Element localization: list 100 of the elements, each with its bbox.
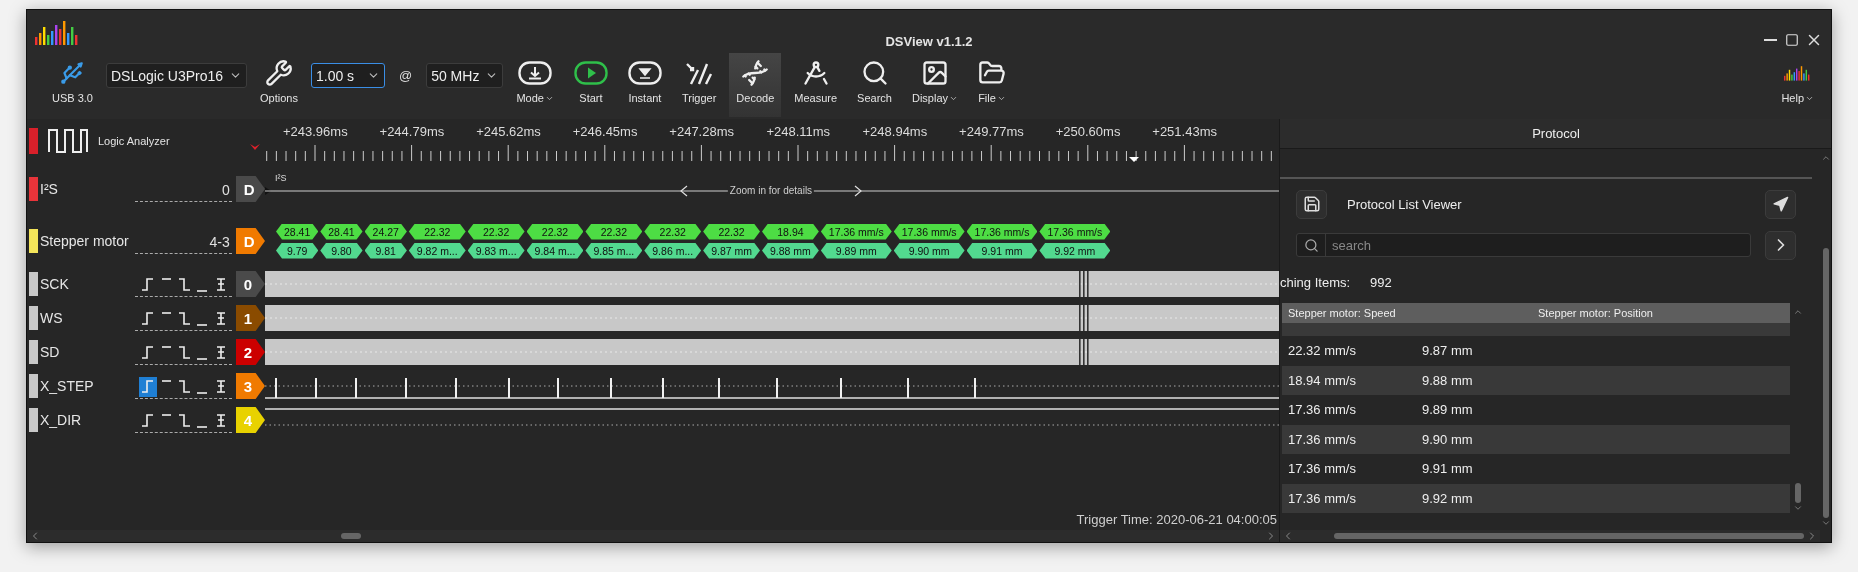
annotation-chip: 9.80 bbox=[320, 242, 363, 259]
channel-badge[interactable]: 2 bbox=[235, 339, 265, 365]
table-cell-text: 17.36 mm/s bbox=[1287, 461, 1357, 477]
channel-name: SCK bbox=[39, 276, 70, 292]
toolbar-button[interactable]: Measure bbox=[787, 53, 845, 117]
chevron-up-icon[interactable] bbox=[1821, 153, 1831, 163]
chevron-down-icon[interactable] bbox=[1793, 503, 1803, 513]
minimize-icon bbox=[1763, 39, 1777, 41]
play-icon bbox=[573, 61, 608, 85]
time-label: +247.28ms bbox=[668, 123, 735, 139]
annotation-chip: 22.32 bbox=[585, 223, 643, 240]
save-icon bbox=[1302, 195, 1321, 213]
rising-edge-icon bbox=[140, 345, 155, 360]
table-cell-text: 9.90 mm bbox=[1421, 431, 1474, 447]
header-color-swatch bbox=[29, 128, 38, 154]
annotation-chip: 9.79 bbox=[276, 242, 319, 259]
annotation-chip: 18.94 bbox=[762, 223, 819, 240]
next-button[interactable] bbox=[1765, 230, 1796, 260]
time-label: +248.94ms bbox=[861, 123, 929, 139]
toolbar-button[interactable]: Decode bbox=[729, 53, 782, 117]
table-cell-text: 17.36 mm/s bbox=[1287, 431, 1357, 447]
table-row[interactable]: 17.36 mm/s 9.92 mm bbox=[1282, 483, 1790, 513]
high-level-icon bbox=[161, 413, 171, 416]
locate-button[interactable] bbox=[1765, 189, 1796, 219]
caret-icon[interactable] bbox=[249, 143, 261, 151]
annotation-chip: 22.32 bbox=[526, 223, 584, 240]
annotation-chip: 17.36 mm/s bbox=[893, 223, 965, 240]
table-cell-text: 18.94 mm/s bbox=[1287, 372, 1357, 388]
help-button[interactable]: Help bbox=[1774, 53, 1821, 117]
panel-title: Logic Analyzer bbox=[98, 135, 170, 147]
scrollbar-thumb[interactable] bbox=[1823, 248, 1829, 518]
time-label: +249.77ms bbox=[958, 123, 1025, 139]
toolbar-button[interactable]: Trigger bbox=[674, 53, 724, 117]
scrollbar-thumb[interactable] bbox=[1795, 483, 1801, 503]
table-cell-text: 9.88 mm bbox=[1421, 372, 1474, 388]
probe-range: 4-3 bbox=[209, 233, 230, 250]
column-header[interactable]: Stepper motor: Speed bbox=[1282, 307, 1532, 319]
annotation-chip: 9.84 m... bbox=[526, 242, 584, 259]
annotation-chip: 9.83 m... bbox=[467, 242, 525, 259]
table-cell-text: 9.91 mm bbox=[1421, 461, 1474, 477]
probe-range: 0 bbox=[221, 181, 230, 198]
channel-badge[interactable]: 1 bbox=[235, 305, 265, 331]
toolbar-button[interactable]: Options bbox=[253, 53, 305, 117]
toolbar-button[interactable]: Search bbox=[850, 53, 899, 117]
trigger-button[interactable] bbox=[138, 376, 157, 397]
search-field[interactable]: search bbox=[1296, 233, 1751, 257]
channel-name: X_STEP bbox=[39, 378, 95, 394]
annotation-chip: 9.91 mm bbox=[966, 242, 1038, 259]
wrench-icon bbox=[265, 59, 293, 87]
time-label: +245.62ms bbox=[475, 123, 542, 139]
time-label: +251.43ms bbox=[1151, 123, 1218, 139]
search-input[interactable]: search bbox=[1326, 236, 1750, 254]
rising-edge-icon bbox=[140, 379, 155, 394]
dropdown[interactable]: 50 MHz bbox=[426, 63, 504, 88]
scrollbar[interactable] bbox=[27, 530, 1279, 542]
annotation-chip: 22.32 bbox=[467, 223, 525, 240]
scrollbar-thumb[interactable] bbox=[341, 533, 361, 539]
annotation-chip: 28.41 bbox=[276, 223, 319, 240]
time-label: +250.60ms bbox=[1054, 123, 1122, 139]
toolbar-button[interactable]: Instant bbox=[620, 53, 669, 117]
save-button[interactable] bbox=[1296, 189, 1327, 219]
chevron-down-icon[interactable] bbox=[1821, 518, 1831, 528]
viewer-title: Protocol List Viewer bbox=[1347, 196, 1463, 212]
toolbar-button[interactable]: Start bbox=[566, 53, 615, 117]
trigger-time: Trigger Time: 2020-06-21 04:00:05 bbox=[1075, 512, 1278, 529]
low-level-icon bbox=[197, 357, 208, 360]
dropdown[interactable]: DSLogic U3Pro16 bbox=[105, 63, 248, 88]
falling-edge-icon bbox=[177, 379, 192, 394]
channel-badge[interactable]: 0 bbox=[235, 271, 265, 297]
low-level-icon bbox=[197, 391, 208, 394]
scrollbar-thumb[interactable] bbox=[1334, 533, 1804, 539]
chevron-up-icon[interactable] bbox=[1793, 307, 1803, 317]
dropdown[interactable]: 1.00 s bbox=[310, 63, 385, 88]
annotation-chip: 22.32 bbox=[644, 223, 702, 240]
column-header[interactable]: Stepper motor: Position bbox=[1532, 307, 1782, 319]
annotation-chip: 17.36 mm/s bbox=[820, 223, 892, 240]
search-icon bbox=[1303, 237, 1319, 253]
toolbar-button[interactable]: Mode bbox=[509, 53, 561, 117]
annotation-chip: 22.32 bbox=[703, 223, 760, 240]
table-row[interactable]: 17.36 mm/s 9.90 mm bbox=[1282, 424, 1790, 454]
compass-icon bbox=[801, 59, 830, 87]
toolbar-button[interactable]: Display bbox=[904, 53, 965, 117]
usb-button[interactable]: USB 3.0 bbox=[45, 53, 100, 117]
low-level-icon bbox=[197, 425, 208, 428]
maximize-button[interactable] bbox=[1783, 31, 1801, 49]
falling-edge-icon bbox=[177, 413, 192, 428]
window-title: DSView v1.1.2 bbox=[885, 34, 973, 49]
scrollbar[interactable] bbox=[1280, 530, 1820, 542]
toolbar-button[interactable]: File bbox=[971, 53, 1013, 117]
annotation-chip: 9.92 mm bbox=[1039, 242, 1111, 259]
time-label: +244.79ms bbox=[378, 123, 446, 139]
table-row[interactable]: 18.94 mm/s 9.88 mm bbox=[1282, 365, 1790, 395]
channel-name: SD bbox=[39, 344, 61, 360]
channel-name: I²S bbox=[39, 181, 59, 197]
annotation-chip: 9.88 mm bbox=[762, 242, 819, 259]
match-count: 992 bbox=[1370, 274, 1392, 290]
dna-icon bbox=[741, 59, 770, 87]
annotation-chip: 9.82 m... bbox=[408, 242, 466, 259]
annotation-chip: 17.36 mm/s bbox=[966, 223, 1038, 240]
channel-badge[interactable]: D bbox=[235, 176, 265, 202]
